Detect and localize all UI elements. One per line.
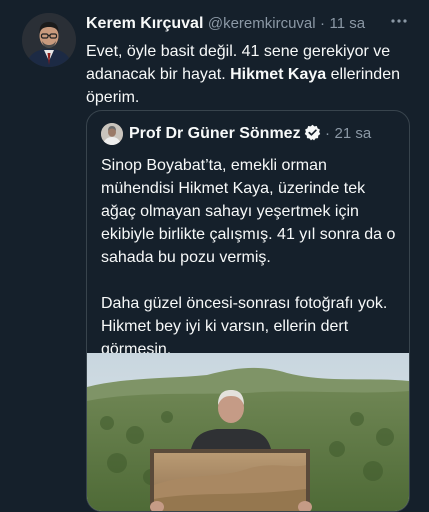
quoted-tweet-timestamp[interactable]: 21 sa <box>334 125 371 142</box>
quoted-paragraph-1: Sinop Boyabat’ta, emekli orman mühendisi… <box>101 157 396 266</box>
quoted-author-name[interactable]: Prof Dr Güner Sönmez <box>129 125 301 142</box>
verified-badge-icon <box>304 124 320 141</box>
quoted-tweet-photo[interactable] <box>87 353 409 511</box>
author-handle[interactable]: @keremkircuval <box>208 15 316 32</box>
separator-dot: · <box>320 15 326 32</box>
quoted-tweet[interactable]: Prof Dr Güner Sönmez · 21 sa Sinop Boyab… <box>86 110 410 512</box>
quoted-tweet-header: Prof Dr Güner Sönmez · 21 sa <box>129 124 371 146</box>
photo-forest-man-holding-picture <box>87 353 409 511</box>
quoted-author-avatar <box>101 123 123 145</box>
quoted-avatar-image <box>101 123 123 145</box>
more-horizontal-icon <box>391 19 407 23</box>
quoted-separator-dot: · <box>325 125 331 142</box>
tweet-header: Kerem Kırçuval @keremkircuval · 11 sa <box>86 15 416 37</box>
author-avatar[interactable] <box>22 13 76 67</box>
tweet-text: Evet, öyle basit değil. 41 sene gerekiyo… <box>86 40 416 109</box>
more-options-button[interactable] <box>389 12 409 32</box>
tweet[interactable]: Kerem Kırçuval @keremkircuval · 11 sa Ev… <box>0 0 429 512</box>
author-name[interactable]: Kerem Kırçuval <box>86 15 203 32</box>
quoted-tweet-text: Sinop Boyabat’ta, emekli orman mühendisi… <box>101 154 397 361</box>
tweet-text-bold: Hikmet Kaya <box>230 66 327 83</box>
quoted-paragraph-2: Daha güzel öncesi-sonrası fotoğrafı yok.… <box>101 295 388 358</box>
tweet-timestamp[interactable]: 11 sa <box>330 15 366 32</box>
avatar-image <box>22 13 76 67</box>
